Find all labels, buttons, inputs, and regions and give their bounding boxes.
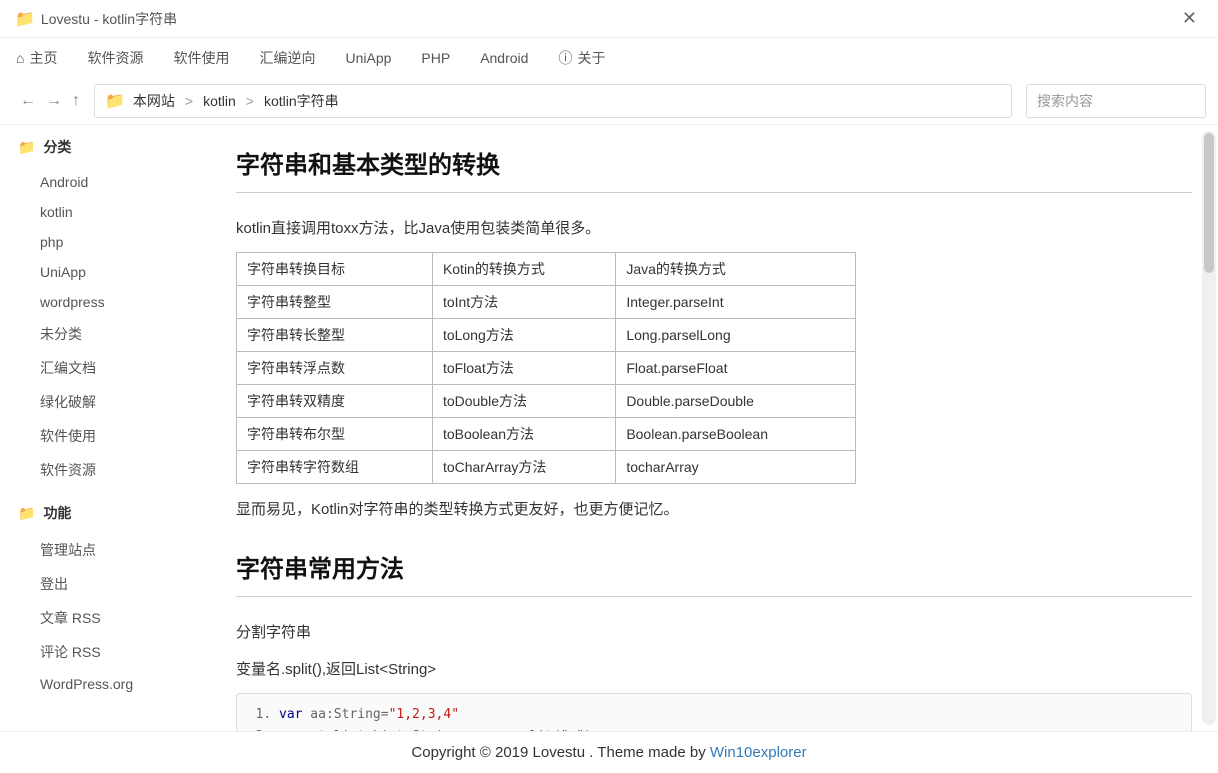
breadcrumb-cat[interactable]: kotlin xyxy=(203,93,236,109)
table-cell: toBoolean方法 xyxy=(432,418,615,451)
menu-uniapp[interactable]: UniApp xyxy=(345,50,391,66)
code-line: var strlist:List<String> = aa.split(",") xyxy=(279,726,1177,731)
table-cell: 字符串转浮点数 xyxy=(237,352,433,385)
table-cell: toCharArray方法 xyxy=(432,451,615,484)
sidebar-categories-header: 📁分类 xyxy=(18,137,210,157)
sidebar-item[interactable]: kotlin xyxy=(18,197,210,227)
menu-home-label: 主页 xyxy=(29,48,57,68)
sidebar-item[interactable]: 绿化破解 xyxy=(18,385,210,419)
forward-icon[interactable]: → xyxy=(46,92,62,110)
folder-icon: 📁 xyxy=(18,505,35,522)
table-cell: Double.parseDouble xyxy=(616,385,856,418)
footer: Copyright © 2019 Lovestu . Theme made by… xyxy=(0,731,1218,773)
table-cell: 字符串转布尔型 xyxy=(237,418,433,451)
content: 字符串和基本类型的转换 kotlin直接调用toxx方法，比Java使用包装类简… xyxy=(210,125,1218,731)
breadcrumb-page[interactable]: kotlin字符串 xyxy=(264,91,339,111)
menu-asm[interactable]: 汇编逆向 xyxy=(259,48,315,68)
table-row: 字符串转长整型toLong方法Long.parselLong xyxy=(237,319,856,352)
table-cell: Boolean.parseBoolean xyxy=(616,418,856,451)
article-intro: kotlin直接调用toxx方法，比Java使用包装类简单很多。 xyxy=(236,215,1192,242)
nav-arrows: ← → ↑ xyxy=(12,92,88,110)
divider xyxy=(236,596,1192,597)
menu-android[interactable]: Android xyxy=(480,50,528,66)
folder-icon: 📁 xyxy=(15,9,35,29)
home-icon: ⌂ xyxy=(16,50,24,66)
conversion-table: 字符串转换目标Kotin的转换方式Java的转换方式字符串转整型toInt方法I… xyxy=(236,252,856,484)
menu-about-label: 关于 xyxy=(577,48,605,68)
scrollbar[interactable] xyxy=(1202,131,1216,725)
menu-software-res[interactable]: 软件资源 xyxy=(87,48,143,68)
table-row: 字符串转浮点数toFloat方法Float.parseFloat xyxy=(237,352,856,385)
close-icon[interactable]: ✕ xyxy=(1176,8,1203,29)
article-note: 显而易见，Kotlin对字符串的类型转换方式更友好，也更方便记忆。 xyxy=(236,496,1192,523)
folder-icon: 📁 xyxy=(105,91,125,111)
scroll-thumb[interactable] xyxy=(1204,133,1214,273)
footer-site-link[interactable]: Lovestu xyxy=(533,744,586,761)
up-icon[interactable]: ↑ xyxy=(72,92,80,110)
table-header-cell: 字符串转换目标 xyxy=(237,253,433,286)
table-cell: 字符串转双精度 xyxy=(237,385,433,418)
table-cell: toInt方法 xyxy=(432,286,615,319)
titlebar: 📁 Lovestu - kotlin字符串 ✕ xyxy=(0,0,1218,38)
table-header-cell: Kotin的转换方式 xyxy=(432,253,615,286)
footer-theme-link[interactable]: Win10explorer xyxy=(710,744,807,761)
table-cell: toDouble方法 xyxy=(432,385,615,418)
table-cell: 字符串转长整型 xyxy=(237,319,433,352)
table-cell: Long.parselLong xyxy=(616,319,856,352)
sidebar-item[interactable]: 文章 RSS xyxy=(18,601,210,635)
sidebar-item[interactable]: UniApp xyxy=(18,257,210,287)
divider xyxy=(236,192,1192,193)
table-cell: toLong方法 xyxy=(432,319,615,352)
back-icon[interactable]: ← xyxy=(20,92,36,110)
sidebar-item[interactable]: WordPress.org xyxy=(18,669,210,699)
code-line: var aa:String="1,2,3,4" xyxy=(279,704,1177,726)
window-title: Lovestu - kotlin字符串 xyxy=(41,9,1176,29)
chevron-right-icon: > xyxy=(185,93,193,109)
breadcrumb-site[interactable]: 本网站 xyxy=(133,91,175,111)
menu-about[interactable]: ⓘ关于 xyxy=(558,48,605,68)
sidebar-item[interactable]: wordpress xyxy=(18,287,210,317)
sidebar-functions-header: 📁功能 xyxy=(18,503,210,523)
table-cell: toFloat方法 xyxy=(432,352,615,385)
navbar: ← → ↑ 📁 本网站 > kotlin > kotlin字符串 搜索内容 xyxy=(0,78,1218,125)
menu-php[interactable]: PHP xyxy=(421,50,450,66)
menubar: ⌂ 主页 软件资源 软件使用 汇编逆向 UniApp PHP Android ⓘ关… xyxy=(0,38,1218,78)
table-row: 字符串转字符数组toCharArray方法tocharArray xyxy=(237,451,856,484)
table-cell: Integer.parseInt xyxy=(616,286,856,319)
sidebar-item[interactable]: 软件使用 xyxy=(18,419,210,453)
code-block: var aa:String="1,2,3,4" var strlist:List… xyxy=(236,693,1192,731)
info-icon: ⓘ xyxy=(558,48,572,68)
table-cell: 字符串转字符数组 xyxy=(237,451,433,484)
sidebar-item[interactable]: 汇编文档 xyxy=(18,351,210,385)
sidebar-item[interactable]: 软件资源 xyxy=(18,453,210,487)
search-input[interactable]: 搜索内容 xyxy=(1026,84,1206,118)
sidebar-item[interactable]: 评论 RSS xyxy=(18,635,210,669)
table-cell: 字符串转整型 xyxy=(237,286,433,319)
folder-icon: 📁 xyxy=(18,139,35,156)
article-heading-2: 字符串常用方法 xyxy=(236,549,1192,584)
sidebar-item[interactable]: Android xyxy=(18,167,210,197)
breadcrumb: 📁 本网站 > kotlin > kotlin字符串 xyxy=(94,84,1012,118)
article-heading-1: 字符串和基本类型的转换 xyxy=(236,145,1192,180)
table-header-cell: Java的转换方式 xyxy=(616,253,856,286)
article-sub1: 分割字符串 xyxy=(236,619,1192,646)
sidebar-item[interactable]: 未分类 xyxy=(18,317,210,351)
table-row: 字符串转双精度toDouble方法Double.parseDouble xyxy=(237,385,856,418)
table-cell: tocharArray xyxy=(616,451,856,484)
table-row: 字符串转布尔型toBoolean方法Boolean.parseBoolean xyxy=(237,418,856,451)
table-cell: Float.parseFloat xyxy=(616,352,856,385)
sidebar-item[interactable]: 管理站点 xyxy=(18,533,210,567)
table-row: 字符串转整型toInt方法Integer.parseInt xyxy=(237,286,856,319)
sidebar-item[interactable]: 登出 xyxy=(18,567,210,601)
chevron-right-icon: > xyxy=(246,93,254,109)
sidebar-item[interactable]: php xyxy=(18,227,210,257)
article-sub2: 变量名.split(),返回List<String> xyxy=(236,656,1192,683)
sidebar: 📁分类 AndroidkotlinphpUniAppwordpress未分类汇编… xyxy=(0,125,210,731)
menu-software-use[interactable]: 软件使用 xyxy=(173,48,229,68)
menu-home[interactable]: ⌂ 主页 xyxy=(16,48,57,68)
